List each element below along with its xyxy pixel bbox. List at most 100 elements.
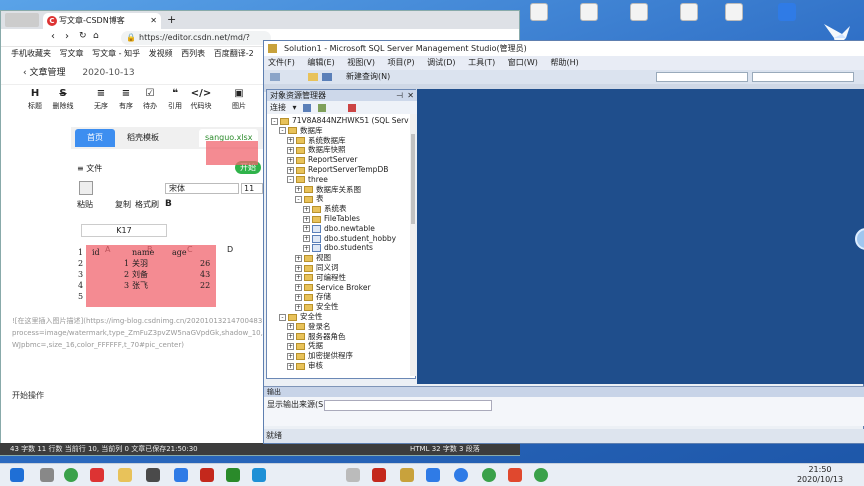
tab-home[interactable]: 首页 (75, 129, 115, 147)
image-button[interactable]: ▣ 图片 (227, 87, 251, 111)
table-cell[interactable]: 1 (124, 259, 129, 269)
bold-icon[interactable]: B (165, 199, 172, 209)
tab-template[interactable]: 稻壳模板 (121, 129, 165, 147)
table-cell[interactable]: 43 (200, 270, 210, 280)
scrollbar-thumb[interactable] (411, 134, 415, 224)
tree-node[interactable]: + dbo.newtable (303, 224, 375, 234)
table-cell[interactable]: 22 (200, 281, 210, 291)
menu-item[interactable]: 文件(F) (268, 58, 295, 67)
expand-icon[interactable]: + (287, 166, 294, 174)
bookmark[interactable]: 写文章 - 知乎 (92, 49, 140, 58)
expand-icon[interactable]: + (295, 303, 302, 311)
tree-node[interactable]: - three (287, 175, 328, 185)
expand-icon[interactable]: + (287, 146, 294, 154)
expand-icon[interactable]: + (303, 215, 310, 223)
app-icon[interactable] (426, 468, 440, 482)
bookmark[interactable]: 百度翻译-2 (214, 49, 254, 58)
cell-reference[interactable]: K17 (81, 224, 167, 237)
collapse-icon[interactable]: - (287, 176, 294, 184)
reload-icon[interactable]: ↻ (79, 31, 87, 41)
format-painter-button[interactable]: 格式刷 (135, 199, 159, 210)
menu-item[interactable]: 调试(D) (427, 58, 455, 67)
expand-icon[interactable]: + (295, 186, 302, 194)
ordered-list-button[interactable]: ≡ 有序 (114, 87, 138, 111)
menu-item[interactable]: 项目(P) (388, 58, 415, 67)
tree-node[interactable]: + 存储 (295, 292, 331, 302)
article-content[interactable]: ![在这里插入图片描述](https://img-blog.csdnimg.cn… (0, 315, 265, 351)
tree-node[interactable]: + 数据库关系图 (295, 185, 361, 195)
bookmark[interactable]: 发视频 (149, 49, 173, 58)
app-icon[interactable] (226, 468, 240, 482)
expand-icon[interactable]: + (295, 274, 302, 282)
tree-node[interactable]: + 加密提供程序 (287, 351, 353, 361)
tree-node[interactable]: + 系统表 (303, 204, 347, 214)
expand-icon[interactable]: + (287, 352, 294, 360)
tree-node[interactable]: + 凭据 (287, 341, 323, 351)
unordered-list-button[interactable]: ≡ 无序 (89, 87, 113, 111)
expand-icon[interactable]: + (295, 254, 302, 262)
quote-button[interactable]: ❝ 引用 (163, 87, 187, 111)
tree-node[interactable]: + 安全性 (295, 302, 339, 312)
copy-button[interactable]: 复制 (115, 199, 131, 210)
paste-button[interactable]: 粘贴 (77, 199, 93, 210)
collapse-icon[interactable]: - (279, 127, 286, 135)
strikethrough-button[interactable]: S 删除线 (51, 87, 75, 111)
expand-icon[interactable]: + (287, 333, 294, 341)
forward-icon[interactable]: › (65, 31, 69, 42)
app-icon[interactable] (146, 468, 160, 482)
paste-icon[interactable] (79, 181, 93, 195)
todo-button[interactable]: ☑ 待办 (138, 87, 162, 111)
font-select[interactable]: 宋体 (165, 183, 239, 194)
close-icon[interactable]: ✕ (150, 13, 157, 29)
avatar[interactable] (5, 13, 39, 27)
collapse-icon[interactable]: - (295, 195, 302, 203)
tree-node[interactable]: + ReportServer (287, 155, 357, 165)
tree-node[interactable]: + Service Broker (295, 283, 371, 293)
font-size-select[interactable]: 11 (241, 183, 263, 194)
close-icon[interactable]: ✕ (407, 90, 414, 101)
code-block-button[interactable]: </> 代码块 (189, 87, 213, 111)
expand-icon[interactable]: + (295, 293, 302, 301)
stop-icon[interactable] (348, 103, 357, 112)
menu-item[interactable]: 编辑(E) (307, 58, 334, 67)
tree-node[interactable]: + 登录名 (287, 322, 331, 332)
app-icon[interactable] (174, 468, 188, 482)
expand-icon[interactable]: + (303, 205, 310, 213)
collapse-icon[interactable]: - (271, 117, 278, 125)
home-icon[interactable]: ⌂ (93, 31, 99, 41)
heading-button[interactable]: H 标题 (23, 87, 47, 111)
output-source-select[interactable] (324, 400, 492, 411)
tree-node[interactable]: + 视图 (295, 253, 331, 263)
start-icon[interactable] (10, 468, 24, 482)
app-icon[interactable] (200, 468, 214, 482)
file-icon[interactable] (630, 3, 648, 21)
tree-node[interactable]: -表 (295, 194, 324, 204)
bookmark[interactable]: 西列表 (181, 49, 205, 58)
browser-tab[interactable]: C 写文章-CSDN博客 ✕ (43, 13, 161, 29)
expand-icon[interactable]: + (295, 284, 302, 292)
menu-item[interactable]: 视图(V) (347, 58, 375, 67)
table-cell[interactable]: name (132, 248, 154, 258)
tree-node[interactable]: + ReportServerTempDB (287, 165, 388, 175)
app-icon[interactable] (508, 468, 522, 482)
scrollbar[interactable] (410, 114, 416, 376)
expand-icon[interactable]: + (303, 225, 310, 233)
file-icon[interactable] (725, 3, 743, 21)
table-cell[interactable]: 3 (124, 281, 129, 291)
file-icon[interactable] (530, 3, 548, 21)
table-cell[interactable]: 26 (200, 259, 210, 269)
expand-icon[interactable]: + (287, 156, 294, 164)
menu-item[interactable]: 窗口(W) (508, 58, 538, 67)
collapse-icon[interactable]: - (279, 313, 286, 321)
chevron-down-icon[interactable]: ▾ (293, 103, 297, 112)
tree-node[interactable]: + 审核 (287, 361, 323, 371)
bookmark[interactable]: 写文章 (60, 49, 84, 58)
app-icon[interactable] (90, 468, 104, 482)
pin-icon[interactable]: ⊣ (396, 90, 403, 101)
back-icon[interactable]: ‹ (51, 31, 55, 42)
connect-icon[interactable] (303, 103, 312, 112)
expand-icon[interactable]: + (287, 323, 294, 331)
app-icon[interactable] (482, 468, 496, 482)
expand-icon[interactable]: + (295, 264, 302, 272)
ssms-taskbar-icon[interactable] (400, 468, 414, 482)
